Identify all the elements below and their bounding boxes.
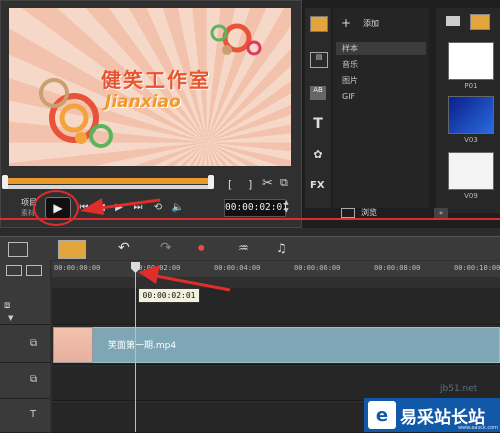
library-item-sample[interactable]: 样本 bbox=[336, 42, 426, 55]
thumb-p01[interactable] bbox=[448, 42, 494, 80]
browse-label[interactable]: 浏览 bbox=[361, 207, 377, 218]
title-track-icon: T bbox=[30, 409, 37, 420]
track-manager-icon[interactable] bbox=[6, 265, 22, 276]
library-item-image[interactable]: 图片 bbox=[336, 74, 426, 87]
clip-thumbnail bbox=[53, 327, 93, 363]
ruler-tick: 00:00:06:00 bbox=[294, 264, 341, 272]
media-icon[interactable] bbox=[310, 16, 328, 32]
track-header-overlay-2[interactable]: ⧉ bbox=[0, 364, 50, 399]
video-track-icon: ⧈ bbox=[4, 300, 11, 311]
track-expand-icon[interactable]: ▼ bbox=[8, 314, 13, 322]
instant-project-icon[interactable]: ▤ bbox=[310, 52, 328, 68]
title-icon[interactable]: T bbox=[310, 116, 326, 132]
preview-title-en: Jianxiao bbox=[105, 92, 181, 112]
library-item-music[interactable]: 音乐 bbox=[336, 58, 426, 71]
filter-icon[interactable]: FX bbox=[310, 180, 328, 194]
thumb-v09-label: V09 bbox=[464, 192, 478, 200]
overlay-track-2[interactable] bbox=[52, 366, 500, 401]
watermark-badge: e 易采站长站 www.easck.com bbox=[364, 398, 500, 432]
track-header-overlay[interactable]: ⧉ bbox=[0, 326, 50, 363]
transition-icon[interactable]: AB bbox=[310, 86, 326, 100]
watermark-brand: 易采站长站 bbox=[400, 407, 485, 428]
thumb-v03-label: V03 bbox=[464, 136, 478, 144]
track-header-title[interactable]: T bbox=[0, 400, 50, 433]
folder-icon[interactable] bbox=[446, 16, 460, 26]
preview-window[interactable]: 健笑工作室 Jianxiao bbox=[9, 8, 291, 166]
thumb-v09[interactable] bbox=[448, 152, 494, 190]
video-filter-icon[interactable] bbox=[470, 14, 490, 30]
library-list: + 添加 样本 音乐 图片 GIF 浏览 bbox=[333, 8, 429, 218]
watermark-site: www.easck.com bbox=[457, 425, 498, 431]
graphic-icon[interactable]: ✿ bbox=[310, 148, 326, 162]
browse-icon[interactable] bbox=[341, 208, 355, 218]
overlay2-track-icon: ⧉ bbox=[30, 374, 38, 385]
clip-name: 笑面第一期.mp4 bbox=[108, 341, 177, 351]
add-folder-label[interactable]: 添加 bbox=[363, 18, 379, 29]
thumb-p01-label: P01 bbox=[464, 82, 478, 90]
track-header-video[interactable]: ⧈ ▼ bbox=[0, 288, 50, 325]
library-sidebar: ▤ AB T ✿ FX bbox=[305, 8, 331, 208]
ring-decoration-right bbox=[210, 23, 262, 56]
watermark-faint: jb51.net bbox=[440, 384, 478, 394]
ruler-tick: 00:00:08:00 bbox=[374, 264, 421, 272]
add-icon[interactable]: + bbox=[341, 16, 351, 30]
storyboard-view-icon[interactable] bbox=[8, 242, 28, 257]
library-thumbnails: P01 V03 V09 bbox=[436, 8, 500, 213]
preview-title-cn: 健笑工作室 bbox=[101, 68, 211, 92]
chapter-icon[interactable] bbox=[26, 265, 42, 276]
library-item-gif[interactable]: GIF bbox=[336, 90, 426, 103]
annotation-arrows bbox=[80, 198, 231, 292]
overlay-track-icon: ⧉ bbox=[30, 338, 38, 349]
thumb-v03[interactable] bbox=[448, 96, 494, 134]
track-headers: ⧈ ▼ ⧉ ⧉ T bbox=[0, 260, 50, 433]
ruler-tick: 00:00:10:00 bbox=[454, 264, 500, 272]
watermark-logo-icon: e bbox=[368, 401, 396, 429]
collapse-library-button[interactable]: « bbox=[434, 208, 448, 218]
trim-start-marker[interactable] bbox=[2, 175, 8, 189]
